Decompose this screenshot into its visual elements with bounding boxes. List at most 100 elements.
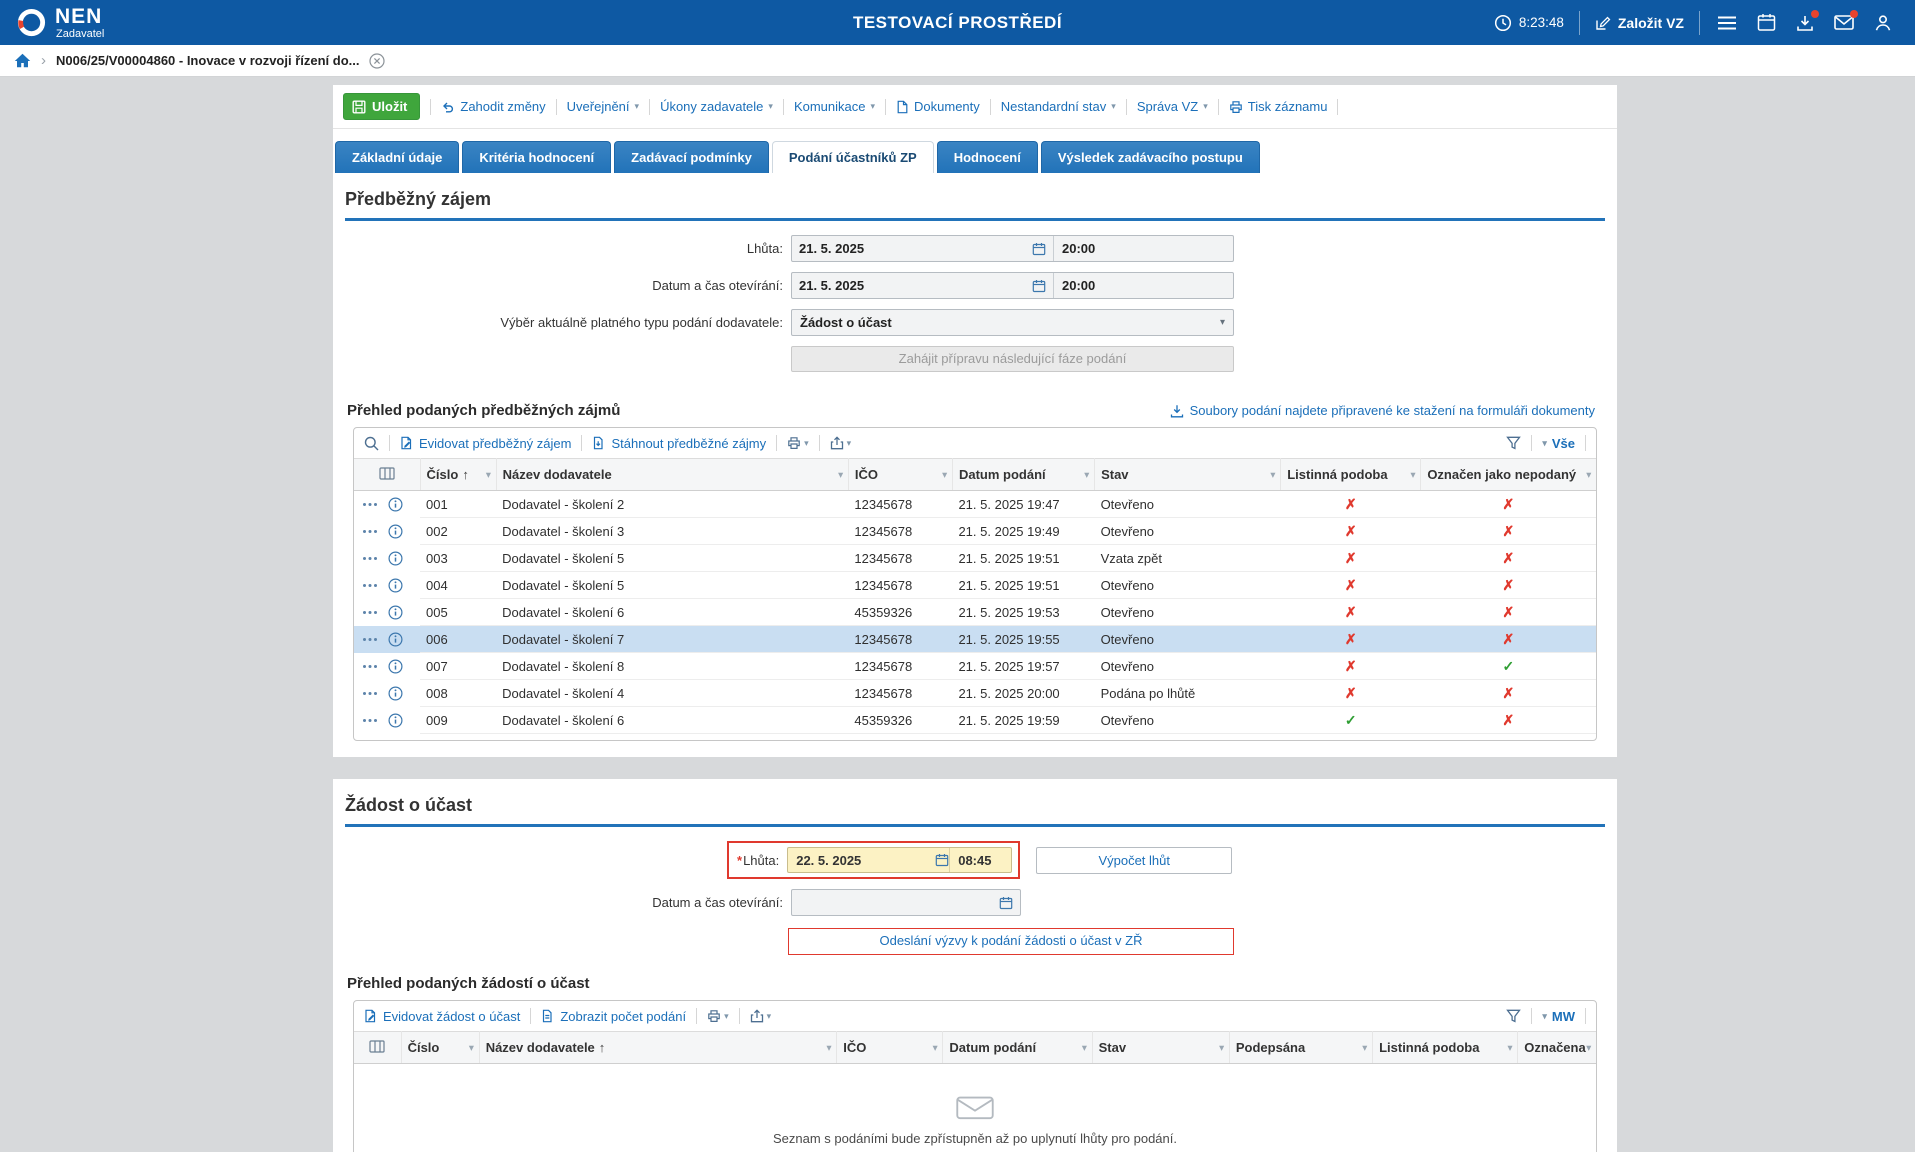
column-header[interactable]: Podepsána↑ ▾ <box>1229 1032 1372 1064</box>
tab[interactable]: Základní údaje <box>335 141 459 173</box>
info-icon[interactable] <box>388 686 403 701</box>
search-icon[interactable] <box>364 436 379 451</box>
filter-caret-icon[interactable]: ▾ <box>1082 1042 1087 1053</box>
info-icon[interactable] <box>388 659 403 674</box>
downloads-icon[interactable] <box>1793 11 1817 35</box>
register-request-button[interactable]: Evidovat žádost o účast <box>364 1009 520 1024</box>
filter-caret-icon[interactable]: ▾ <box>1508 1042 1513 1053</box>
send-invitation-button[interactable]: Odeslání výzvy k podání žádosti o účast … <box>788 928 1234 955</box>
row-menu-icon[interactable] <box>362 556 378 561</box>
filter-caret-icon[interactable]: ▾ <box>827 1042 832 1053</box>
toolbar-action[interactable]: Úkony zadavatele ▾ <box>660 99 773 114</box>
row-menu-icon[interactable] <box>362 637 378 642</box>
column-header[interactable]: Číslo↑ ▾ <box>420 459 496 491</box>
info-icon[interactable] <box>388 578 403 593</box>
column-settings-header[interactable] <box>354 1032 401 1064</box>
opening-time-value[interactable]: 20:00 <box>1062 278 1095 293</box>
column-header[interactable]: Stav↑ ▾ <box>1092 1032 1229 1064</box>
toolbar-action[interactable]: Dokumenty ▾ <box>896 99 980 114</box>
view-preset-dropdown[interactable]: ▾ MW <box>1542 1009 1575 1024</box>
save-button[interactable]: Uložit <box>343 93 420 120</box>
filter-caret-icon[interactable]: ▾ <box>933 1042 938 1053</box>
tab[interactable]: Výsledek zadávacího postupu <box>1041 141 1260 173</box>
submission-files-link[interactable]: Soubory podání najdete připravené ke sta… <box>1170 403 1595 418</box>
deadline-date-value[interactable]: 22. 5. 2025 <box>788 848 935 872</box>
toolbar-action[interactable]: Uveřejnění ▾ <box>567 99 639 114</box>
column-header[interactable]: IČO↑ ▾ <box>848 459 952 491</box>
column-header[interactable]: Listinná podoba↑ ▾ <box>1373 1032 1518 1064</box>
toolbar-action[interactable]: Zahodit změny ▾ <box>441 99 545 114</box>
toolbar-action[interactable]: Tisk záznamu ▾ <box>1229 99 1328 114</box>
row-menu-icon[interactable] <box>362 664 378 669</box>
info-icon[interactable] <box>388 632 403 647</box>
calendar-icon[interactable] <box>1032 279 1046 293</box>
row-menu-icon[interactable] <box>362 583 378 588</box>
export-button[interactable]: ▾ <box>750 1009 772 1023</box>
table-row[interactable]: 005 Dodavatel - školení 6 45359326 21. 5… <box>354 599 1596 626</box>
submission-type-select[interactable]: Žádost o účast ▾ <box>791 309 1234 336</box>
row-menu-icon[interactable] <box>362 529 378 534</box>
table-row[interactable]: 001 Dodavatel - školení 2 12345678 21. 5… <box>354 491 1596 518</box>
export-button[interactable]: ▾ <box>830 436 852 450</box>
table-row[interactable]: 004 Dodavatel - školení 5 12345678 21. 5… <box>354 572 1596 599</box>
close-icon[interactable] <box>369 53 385 69</box>
deadline-field[interactable]: 22. 5. 2025 08:45 <box>787 847 1012 873</box>
nen-logo[interactable]: NEN Zadavatel <box>16 6 104 40</box>
view-preset-dropdown[interactable]: ▾ Vše <box>1542 436 1575 451</box>
column-header[interactable]: Datum podání↑ ▾ <box>943 1032 1092 1064</box>
opening-date-value[interactable]: 21. 5. 2025 <box>799 278 864 293</box>
filter-caret-icon[interactable]: ▾ <box>838 469 843 480</box>
opening-field[interactable] <box>791 889 1021 916</box>
table-row[interactable]: 008 Dodavatel - školení 4 12345678 21. 5… <box>354 680 1596 707</box>
info-icon[interactable] <box>388 605 403 620</box>
deadline-calc-button[interactable]: Výpočet lhůt <box>1036 847 1232 874</box>
column-header[interactable]: Stav↑ ▾ <box>1095 459 1281 491</box>
table-row[interactable]: 002 Dodavatel - školení 3 12345678 21. 5… <box>354 518 1596 545</box>
filter-caret-icon[interactable]: ▾ <box>486 469 491 480</box>
show-submission-count-button[interactable]: Zobrazit počet podání <box>541 1009 686 1024</box>
filter-caret-icon[interactable]: ▾ <box>1586 1042 1591 1053</box>
table-row[interactable]: 003 Dodavatel - školení 5 12345678 21. 5… <box>354 545 1596 572</box>
filter-caret-icon[interactable]: ▾ <box>469 1042 474 1053</box>
tab[interactable]: Hodnocení <box>937 141 1038 173</box>
calendar-icon[interactable] <box>935 848 949 872</box>
info-icon[interactable] <box>388 551 403 566</box>
table-row[interactable]: 006 Dodavatel - školení 7 12345678 21. 5… <box>354 626 1596 653</box>
column-header[interactable]: Název dodavatele↑ ▾ <box>479 1032 837 1064</box>
breadcrumb-item[interactable]: N006/25/V00004860 - Inovace v rozvoji ří… <box>56 53 359 68</box>
filter-caret-icon[interactable]: ▾ <box>1411 469 1416 480</box>
column-header[interactable]: Označena↑ ▾ <box>1518 1032 1596 1064</box>
calendar-icon[interactable] <box>999 896 1013 910</box>
create-vz-button[interactable]: Založit VZ <box>1595 15 1684 31</box>
calendar-icon[interactable] <box>1754 11 1778 35</box>
table-row[interactable]: 009 Dodavatel - školení 6 45359326 21. 5… <box>354 707 1596 734</box>
print-button[interactable]: ▾ <box>707 1009 729 1023</box>
column-settings-header[interactable] <box>354 459 420 491</box>
filter-caret-icon[interactable]: ▾ <box>1085 469 1090 480</box>
column-header[interactable]: Listinná podoba↑ ▾ <box>1281 459 1421 491</box>
user-icon[interactable] <box>1871 11 1895 35</box>
info-icon[interactable] <box>388 713 403 728</box>
download-interests-button[interactable]: Stáhnout předběžné zájmy <box>592 436 766 451</box>
toolbar-action[interactable]: Správa VZ ▾ <box>1137 99 1208 114</box>
tab[interactable]: Podání účastníků ZP <box>772 141 934 173</box>
column-header[interactable]: Označen jako nepodaný↑ ▾ <box>1421 459 1596 491</box>
deadline-field[interactable]: 21. 5. 2025 20:00 <box>791 235 1234 262</box>
info-icon[interactable] <box>388 524 403 539</box>
tab[interactable]: Kritéria hodnocení <box>462 141 611 173</box>
messages-icon[interactable] <box>1832 11 1856 35</box>
table-row[interactable]: 007 Dodavatel - školení 8 12345678 21. 5… <box>354 653 1596 680</box>
register-interest-button[interactable]: Evidovat předběžný zájem <box>400 436 571 451</box>
deadline-time-value[interactable]: 08:45 <box>949 848 1011 872</box>
row-menu-icon[interactable] <box>362 610 378 615</box>
deadline-time-value[interactable]: 20:00 <box>1062 241 1095 256</box>
toolbar-action[interactable]: Komunikace ▾ <box>794 99 875 114</box>
info-icon[interactable] <box>388 497 403 512</box>
deadline-date-value[interactable]: 21. 5. 2025 <box>799 241 864 256</box>
filter-icon[interactable] <box>1506 436 1521 450</box>
row-menu-icon[interactable] <box>362 718 378 723</box>
column-header[interactable]: Název dodavatele↑ ▾ <box>496 459 848 491</box>
opening-field[interactable]: 21. 5. 2025 20:00 <box>791 272 1234 299</box>
filter-caret-icon[interactable]: ▾ <box>1271 469 1276 480</box>
column-header[interactable]: Datum podání↑ ▾ <box>952 459 1094 491</box>
